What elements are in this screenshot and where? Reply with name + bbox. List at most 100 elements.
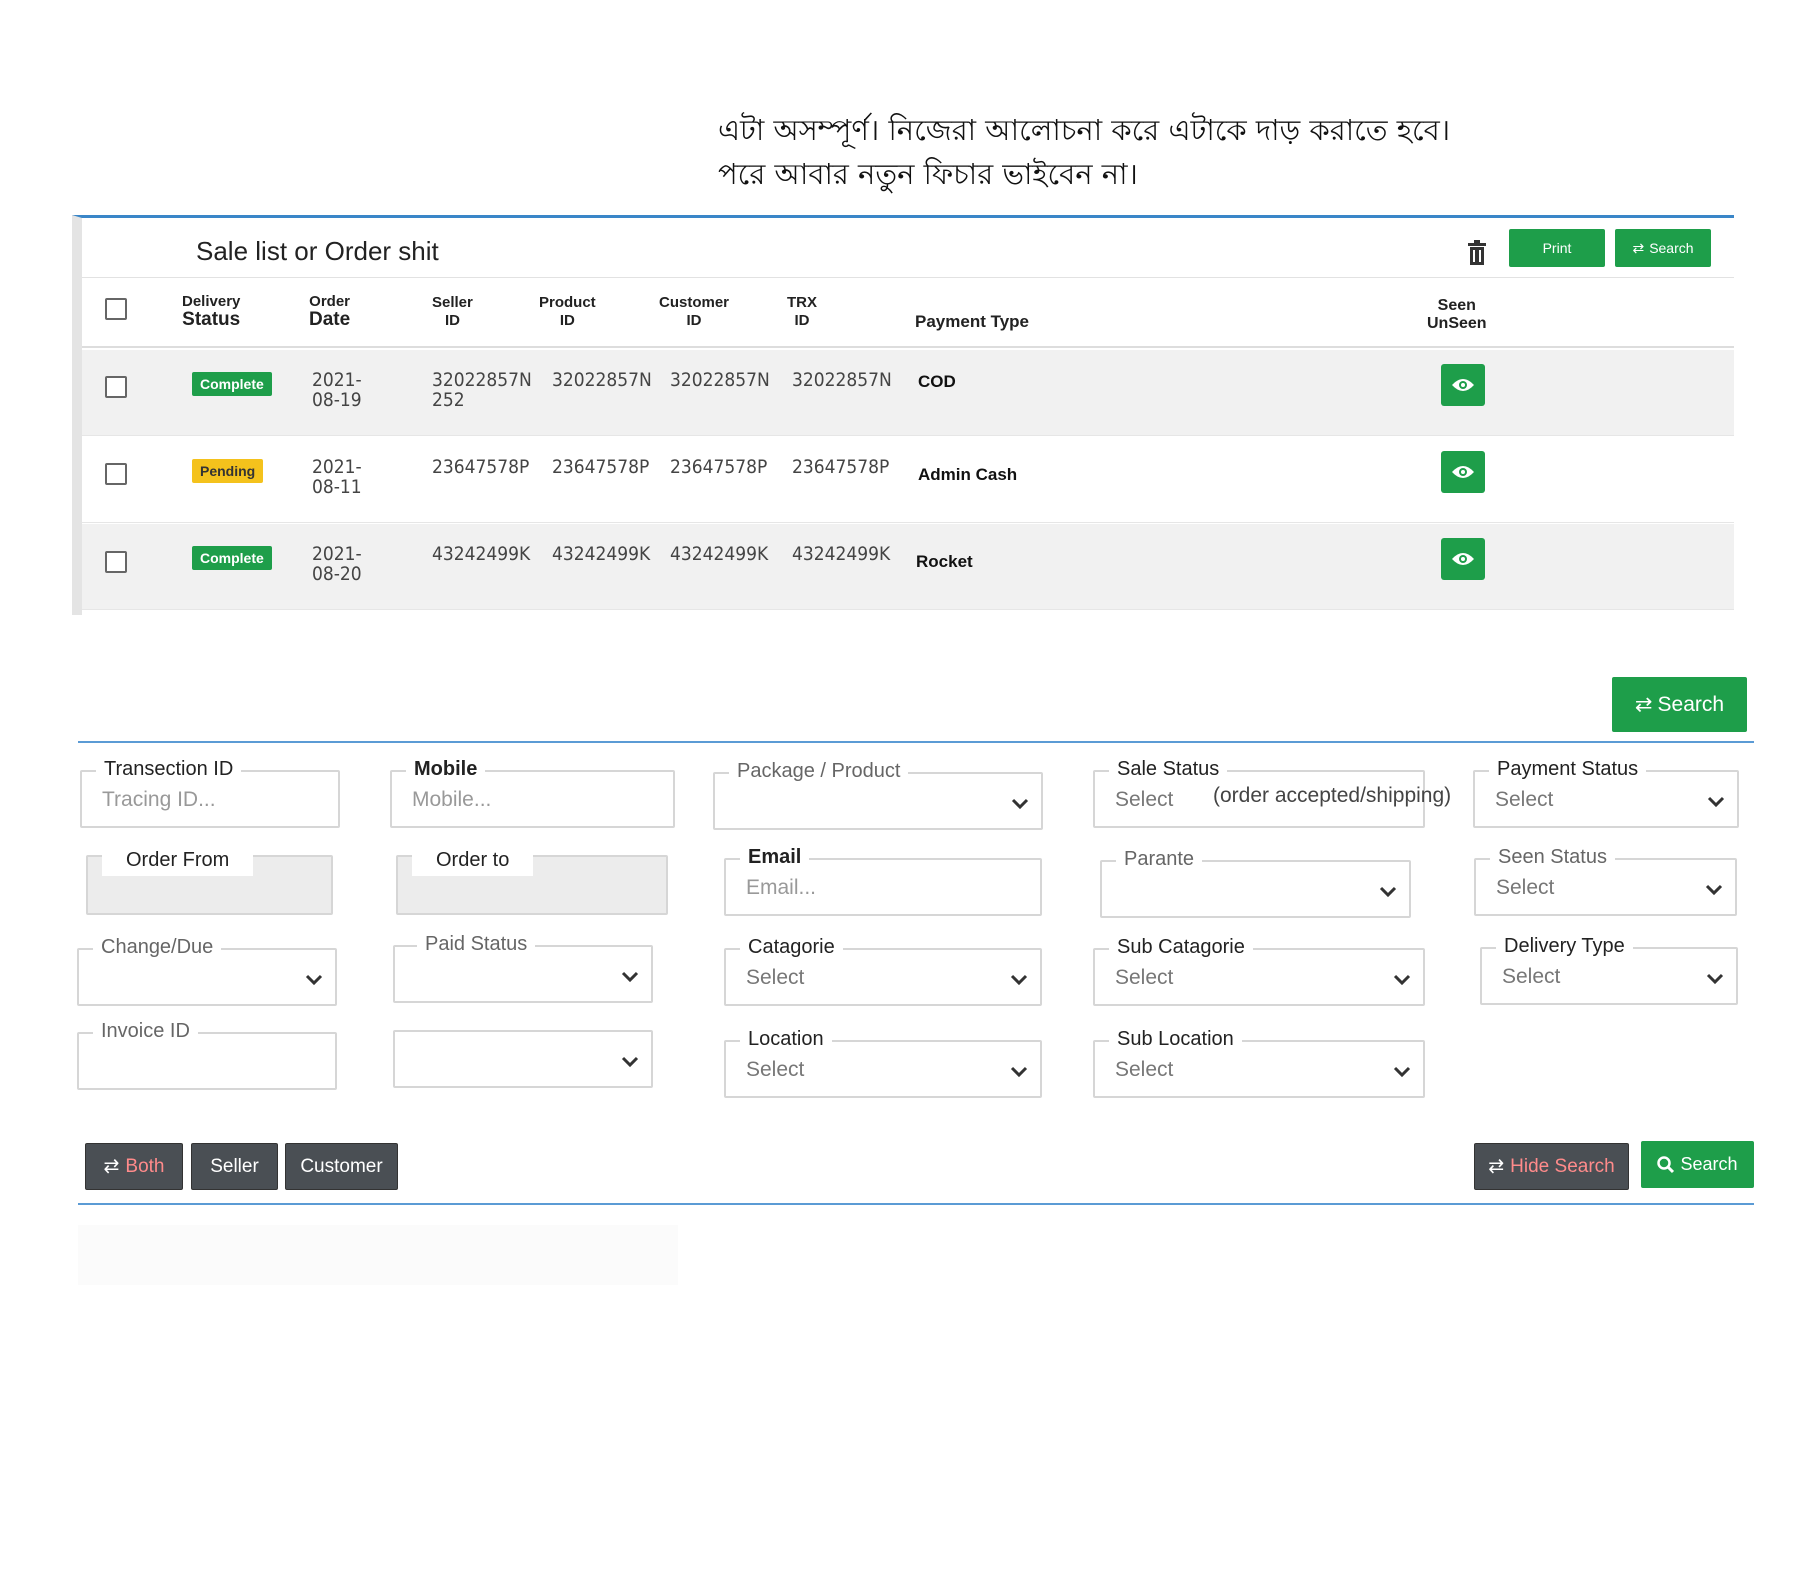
transaction-id-label: Transection ID (96, 758, 242, 781)
status-badge: Pending (192, 459, 264, 483)
seller-id: 23647578P (432, 456, 530, 478)
order-date-day: 08-20 (312, 563, 362, 585)
view-button[interactable] (1441, 364, 1485, 406)
catagorie-label: Catagorie (740, 936, 843, 959)
seen-status-select[interactable]: Seen Status Select (1474, 846, 1737, 916)
email-placeholder: Email... (746, 876, 817, 899)
delivery-type-value: Select (1502, 965, 1561, 988)
both-label: Both (125, 1155, 165, 1177)
email-field[interactable]: Email Email... (724, 846, 1042, 916)
order-to-label: Order to (412, 845, 534, 876)
seller-button[interactable]: Seller (191, 1143, 278, 1190)
order-from-field[interactable]: Order From (86, 845, 333, 915)
table-row[interactable]: Complete 2021- 08-20 43242499K 43242499K… (82, 524, 1734, 610)
mobile-field[interactable]: Mobile Mobile... (390, 758, 675, 828)
row-checkbox[interactable] (105, 551, 127, 573)
customer-id: 32022857N (670, 369, 770, 391)
order-from-label: Order From (102, 845, 254, 876)
mobile-placeholder: Mobile... (412, 788, 492, 811)
col-customer-id-line1: Customer (659, 294, 730, 311)
chevron-down-icon (305, 974, 323, 986)
order-to-field[interactable]: Order to (396, 845, 668, 915)
catagorie-value: Select (746, 966, 805, 989)
status-badge: Complete (192, 372, 272, 396)
chevron-down-icon (1011, 798, 1029, 810)
search-icon (1657, 1155, 1675, 1173)
delivery-type-select[interactable]: Delivery Type Select (1480, 935, 1738, 1005)
col-seller-id-line2: ID (444, 312, 460, 329)
seller-id-line2: 252 (432, 389, 465, 411)
trx-id: 32022857N (792, 369, 892, 391)
select-all-checkbox[interactable] (105, 298, 127, 320)
note-line-2: পরে আবার নতুন ফিচার ভাইবেন না। (718, 157, 1138, 191)
col-seller-id: Seller ID (432, 294, 473, 330)
seller-id: 43242499K (432, 543, 531, 565)
sub-catagorie-label: Sub Catagorie (1109, 936, 1253, 959)
sale-status-value: Select (1115, 788, 1174, 811)
col-trx-id: TRX ID (787, 294, 817, 330)
bottom-search-button[interactable]: Search (1641, 1141, 1754, 1188)
instruction-note: এটা অসম্পূর্ণ। নিজেরা আলোচনা করে এটাকে দ… (718, 108, 1450, 196)
sub-location-select[interactable]: Sub Location Select (1093, 1028, 1425, 1098)
location-select[interactable]: Location Select (724, 1028, 1042, 1098)
table-row[interactable]: Pending 2021- 08-11 23647578P 23647578P … (82, 437, 1734, 523)
transaction-id-field[interactable]: Transection ID Tracing ID... (80, 758, 340, 828)
delivery-type-label: Delivery Type (1496, 935, 1633, 958)
customer-id: 43242499K (670, 543, 769, 565)
row-checkbox[interactable] (105, 463, 127, 485)
order-date: 2021- 08-19 (312, 370, 362, 410)
paid-status-select[interactable]: Paid Status (393, 933, 653, 1003)
sub-catagorie-select[interactable]: Sub Catagorie Select (1093, 936, 1425, 1006)
col-seen-line2: UnSeen (1427, 315, 1487, 332)
eye-icon (1452, 466, 1474, 478)
payment-status-value: Select (1495, 788, 1554, 811)
location-label: Location (740, 1028, 832, 1051)
view-button[interactable] (1441, 538, 1485, 580)
chevron-down-icon (1706, 973, 1724, 985)
location-value: Select (746, 1058, 805, 1081)
chevron-down-icon (1010, 1066, 1028, 1078)
email-label: Email (740, 846, 810, 869)
unlabeled-select[interactable] (393, 1030, 653, 1088)
sale-status-label: Sale Status (1109, 758, 1228, 781)
col-payment-type: Payment Type (915, 312, 1030, 331)
empty-area (78, 1225, 678, 1285)
change-due-label: Change/Due (93, 936, 222, 959)
package-product-select[interactable]: Package / Product (713, 760, 1043, 830)
sale-status-select[interactable]: Sale Status Select (order accepted/shipp… (1093, 758, 1451, 828)
view-button[interactable] (1441, 451, 1485, 493)
table-row[interactable]: Complete 2021- 08-19 32022857N 252 32022… (82, 350, 1734, 436)
paid-status-label: Paid Status (417, 933, 536, 956)
col-seller-id-line1: Seller (432, 294, 473, 311)
invoice-id-field[interactable]: Invoice ID (77, 1020, 337, 1090)
payment-status-select[interactable]: Payment Status Select (1473, 758, 1739, 828)
change-due-select[interactable]: Change/Due (77, 936, 337, 1006)
print-button[interactable]: Print (1509, 229, 1605, 267)
order-date-day: 08-19 (312, 389, 362, 411)
seller-id: 32022857N 252 (432, 370, 532, 410)
col-delivery-status-line2: Status (182, 309, 241, 330)
order-date-day: 08-11 (312, 476, 362, 498)
both-button[interactable]: ⇄ Both (85, 1143, 183, 1190)
col-order-date-line2: Date (309, 309, 351, 330)
customer-button[interactable]: Customer (285, 1143, 398, 1190)
top-search-label: Search (1657, 692, 1725, 716)
trash-icon[interactable] (1467, 240, 1487, 266)
top-search-button[interactable]: ⇄ Search (1612, 677, 1747, 732)
hide-search-button[interactable]: ⇄ Hide Search (1474, 1143, 1629, 1190)
swap-icon: ⇄ (1488, 1156, 1505, 1177)
header-search-button[interactable]: ⇄ Search (1615, 229, 1711, 267)
col-trx-id-line1: TRX (787, 294, 817, 311)
payment-type: COD (918, 372, 956, 391)
col-product-id-line2: ID (559, 312, 575, 329)
col-customer-id: Customer ID (659, 294, 729, 330)
trx-id: 43242499K (792, 543, 891, 565)
order-date-year: 2021- (312, 369, 362, 391)
catagorie-select[interactable]: Catagorie Select (724, 936, 1042, 1006)
parante-select[interactable]: Parante (1100, 848, 1411, 918)
seller-id-line1: 32022857N (432, 369, 532, 391)
payment-type: Rocket (916, 552, 973, 571)
divider (78, 1203, 1754, 1205)
seen-status-label: Seen Status (1490, 846, 1615, 869)
row-checkbox[interactable] (105, 376, 127, 398)
